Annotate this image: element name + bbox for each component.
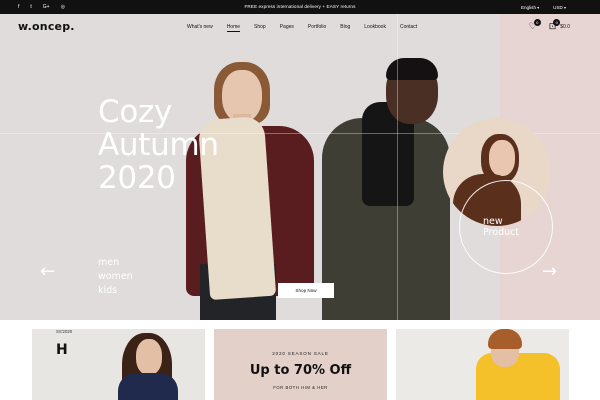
category-link-women[interactable]: women — [98, 270, 133, 284]
top-bar: f t G+ ◎ FREE express international deli… — [0, 0, 600, 14]
card-model-face — [136, 339, 162, 375]
sale-season-label: 2020 SEASON SALE — [272, 351, 329, 356]
promo-card-ss2020[interactable]: SS'2020 H — [32, 329, 205, 400]
menu-item-lookbook[interactable]: Lookbook — [364, 24, 386, 32]
menu-item-shop[interactable]: Shop — [254, 24, 266, 32]
menu-item-contact[interactable]: Contact — [400, 24, 417, 32]
sale-subtitle: FOR BOTH HIM & HER — [273, 385, 328, 390]
arrow-left-icon[interactable]: ← — [40, 263, 55, 281]
hero-grid-line-vertical — [397, 14, 398, 320]
card-season-label: SS'2020 — [56, 329, 73, 334]
site-logo[interactable]: w.oncep. — [18, 20, 75, 33]
wishlist-count-badge: 0 — [533, 19, 541, 26]
card-model-top — [118, 373, 178, 400]
cart-total[interactable]: $0.0 — [560, 24, 570, 30]
new-product-model-face — [489, 140, 515, 176]
model-man-hair — [386, 58, 438, 80]
category-link-kids[interactable]: kids — [98, 284, 133, 298]
sale-headline: Up to 70% Off — [249, 363, 352, 378]
cart-icon[interactable]: ⊡ 0 — [549, 19, 561, 31]
new-product-label[interactable]: new Product — [483, 216, 519, 238]
shop-now-button[interactable]: Shop Now — [278, 283, 334, 298]
category-link-men[interactable]: men — [98, 256, 133, 270]
header-actions: ♡ 0 ⊡ 0 $0.0 — [529, 19, 570, 31]
hero-categories: men women kids — [98, 256, 133, 298]
menu-item-portfolio[interactable]: Portfolio — [308, 24, 326, 32]
menu-item-pages[interactable]: Pages — [280, 24, 294, 32]
locale-selectors: English USD — [521, 0, 566, 14]
main-menu: What's new Home Shop Pages Portfolio Blo… — [187, 24, 431, 32]
language-select[interactable]: English — [521, 5, 539, 10]
promo-card-sale[interactable]: 2020 SEASON SALE Up to 70% Off FOR BOTH … — [214, 329, 387, 400]
card-model-hair — [488, 329, 522, 349]
menu-item-whats-new[interactable]: What's new — [187, 24, 213, 32]
promo-card-jacket[interactable] — [396, 329, 569, 400]
promo-text: FREE express international delivery + EA… — [244, 4, 356, 9]
menu-item-home[interactable]: Home — [226, 24, 241, 32]
currency-select[interactable]: USD — [553, 5, 566, 10]
card-heading: H — [56, 342, 68, 358]
card-model-jacket — [476, 353, 560, 400]
arrow-right-icon[interactable]: → — [542, 263, 557, 281]
menu-item-blog[interactable]: Blog — [340, 24, 350, 32]
wishlist-icon[interactable]: ♡ 0 — [529, 19, 541, 31]
main-header: w.oncep. What's new Home Shop Pages Port… — [0, 14, 600, 42]
cart-count-badge: 0 — [553, 19, 561, 26]
hero-title: Cozy Autumn 2020 — [98, 94, 219, 196]
hero-banner — [0, 14, 600, 320]
